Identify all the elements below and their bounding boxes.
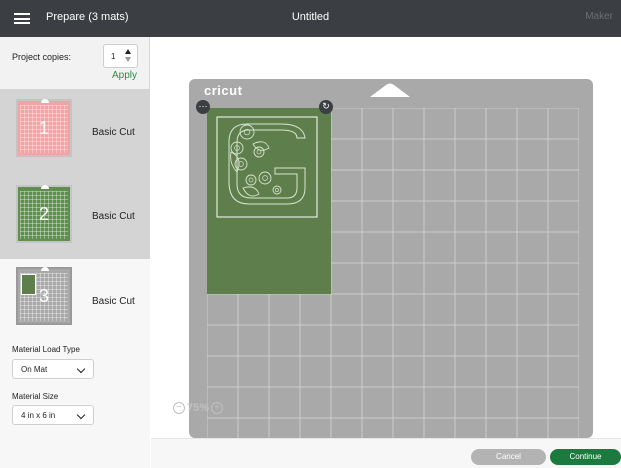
- machine-name[interactable]: Maker: [585, 11, 613, 22]
- continue-button[interactable]: Continue: [550, 449, 621, 465]
- mat-hook-icon: [370, 83, 410, 97]
- mat-thumbnail-1[interactable]: 1: [16, 99, 72, 157]
- mat-list-item-1[interactable]: 1 Basic Cut: [0, 89, 150, 175]
- cutting-mat: cricut 123456789101112123456789103029282…: [189, 79, 593, 438]
- mat-thumbnail-2[interactable]: 2: [16, 185, 72, 243]
- project-copies-value: 1: [111, 52, 116, 61]
- mat-cut-type: Basic Cut: [92, 296, 135, 307]
- mat-number: 2: [38, 204, 49, 224]
- mat-notch-icon: [41, 99, 49, 103]
- more-options-handle[interactable]: ⋯: [196, 100, 210, 114]
- mat-notch-icon: [41, 185, 49, 189]
- project-title: Untitled: [291, 11, 330, 23]
- mat-list-item-3[interactable]: 3 Basic Cut Material Load Type On Mat Ma…: [0, 259, 150, 468]
- mat-notch-icon: [41, 267, 49, 271]
- material-size-label: Material Size: [12, 392, 59, 401]
- material-load-type-select[interactable]: On Mat: [12, 359, 94, 379]
- project-copies-label: Project copies:: [12, 52, 72, 62]
- material-size-select[interactable]: 4 in x 6 in: [12, 405, 94, 425]
- cricut-logo: cricut: [204, 83, 243, 98]
- mat-number: 3: [38, 286, 49, 306]
- sidebar: Project copies: 1 Apply 1 Basic Cut 2 Ba…: [0, 37, 150, 468]
- mat-cut-type: Basic Cut: [92, 211, 135, 222]
- mat-grid: 1234567891011121234567891030292827262524…: [207, 108, 579, 438]
- zoom-level: 75%: [187, 402, 210, 415]
- stepper-up-icon[interactable]: [125, 49, 131, 54]
- zoom-out-icon[interactable]: −: [173, 402, 185, 415]
- bottom-bar: Cancel Continue: [151, 438, 621, 468]
- apply-button[interactable]: Apply: [112, 70, 137, 81]
- material-sheet: [207, 108, 331, 294]
- canvas-area[interactable]: cricut 123456789101112123456789103029282…: [151, 37, 621, 438]
- material-load-type-value: On Mat: [21, 365, 48, 374]
- chevron-down-icon: [76, 410, 86, 420]
- chevron-down-icon: [76, 364, 86, 374]
- mat-thumbnail-3[interactable]: 3: [16, 267, 72, 325]
- project-copies-input[interactable]: 1: [103, 44, 138, 68]
- zoom-in-icon[interactable]: +: [211, 402, 224, 415]
- material-load-type-label: Material Load Type: [12, 345, 80, 354]
- mat-list-item-2[interactable]: 2 Basic Cut: [0, 175, 150, 259]
- cancel-button[interactable]: Cancel: [471, 449, 546, 465]
- material-size-value: 4 in x 6 in: [21, 411, 56, 420]
- stepper-down-icon[interactable]: [125, 57, 131, 62]
- rotate-handle[interactable]: ↻: [319, 100, 333, 114]
- mat-cut-type: Basic Cut: [92, 127, 135, 138]
- copies-stepper[interactable]: [125, 49, 132, 63]
- top-bar: Prepare (3 mats) Untitled Maker: [0, 0, 621, 37]
- mat-number: 1: [38, 118, 49, 138]
- zoom-control: −75% +: [173, 402, 224, 415]
